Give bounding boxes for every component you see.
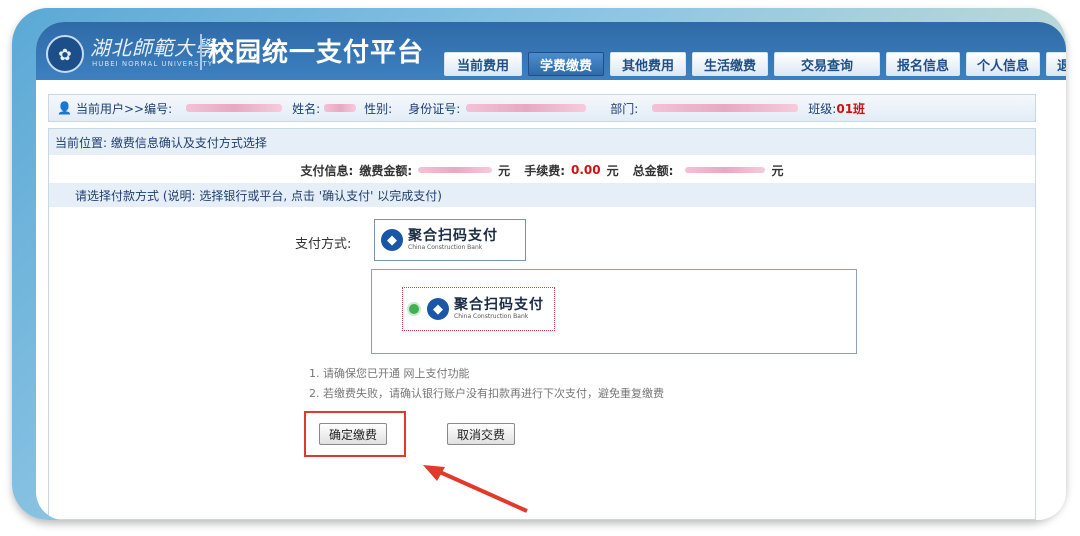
class-value: 01班 (836, 101, 866, 116)
radio-selected-icon[interactable] (407, 302, 421, 316)
fee-value: 0.00 (571, 163, 601, 177)
breadcrumb: 当前位置: 缴费信息确认及支付方式选择 (49, 129, 1035, 155)
bank-option-name-cn: 聚合扫码支付 (454, 297, 544, 313)
redacted-dept (652, 104, 799, 112)
platform-title: 校园统一支付平台 (208, 38, 425, 68)
redacted-id (186, 104, 283, 112)
site-header: ✿ 湖北師範大學 HUBEI NORMAL UNIVERSITY 校园统一支付平… (36, 22, 1066, 80)
amount-unit: 元 (498, 163, 511, 178)
user-info-bar: 👤 当前用户>>编号: 姓名: 性别: 身份证号: 部门: 班级: 01班 (48, 94, 1036, 122)
selected-bank-display[interactable]: ◆ 聚合扫码支付 China Construction Bank (374, 219, 526, 261)
university-name: 湖北師範大學 (90, 36, 216, 60)
ccb-logo-icon: ◆ (381, 229, 403, 251)
payment-panel: 当前位置: 缴费信息确认及支付方式选择 支付信息: 缴费金额: 元 手续费: 0… (48, 128, 1036, 520)
payment-summary: 支付信息: 缴费金额: 元 手续费: 0.00 元 总金额: 元 (49, 159, 1035, 181)
class-label: 班级: (808, 101, 837, 116)
cancel-payment-button[interactable]: 取消交费 (447, 423, 515, 445)
gender-label: 性别: (364, 101, 393, 116)
amount-label: 缴费金额: (359, 163, 413, 178)
nav-transaction-query[interactable]: 交易查询 (774, 52, 880, 76)
bank-name-en: China Construction Bank (408, 244, 483, 251)
header-divider (200, 34, 202, 70)
note-2: 2. 若缴费失败，请确认银行账户没有扣款再进行下次支付，避免重复缴费 (309, 387, 664, 400)
fee-unit: 元 (606, 163, 619, 178)
redacted-name (324, 104, 357, 112)
ccb-logo-icon: ◆ (427, 298, 449, 320)
nav-registration-info[interactable]: 报名信息 (886, 52, 960, 76)
id-card-label: 身份证号: (408, 101, 461, 116)
nav-current-fees[interactable]: 当前费用 (444, 52, 522, 76)
confirm-payment-button[interactable]: 确定缴费 (319, 423, 387, 445)
nav-logout[interactable]: 退出登录 (1046, 52, 1066, 76)
redacted-amount (418, 167, 493, 173)
redacted-total (685, 167, 766, 173)
redacted-id-card (466, 104, 587, 112)
total-label: 总金额: (632, 163, 674, 178)
university-seal-icon: ✿ (46, 35, 84, 73)
pay-method-label: 支付方式: (295, 237, 352, 252)
payinfo-label: 支付信息: (300, 163, 354, 178)
payment-instructions: 请选择付款方式 (说明: 选择银行或平台, 点击 '确认支付' 以完成支付) (49, 183, 1035, 207)
fee-label: 手续费: (524, 163, 565, 178)
total-unit: 元 (771, 163, 784, 178)
nav-tuition-payment[interactable]: 学费缴费 (528, 52, 604, 76)
nav-personal-info[interactable]: 个人信息 (966, 52, 1040, 76)
note-1: 1. 请确保您已开通 网上支付功能 (309, 367, 470, 380)
name-label: 姓名: (292, 101, 321, 116)
dept-label: 部门: (610, 101, 639, 116)
user-icon: 👤 (57, 101, 72, 115)
bank-option-name-en: China Construction Bank (454, 313, 529, 320)
payment-options-box: ◆ 聚合扫码支付 China Construction Bank (371, 269, 857, 354)
nav-life-payment[interactable]: 生活缴费 (692, 52, 768, 76)
university-name-en: HUBEI NORMAL UNIVERSITY (92, 60, 214, 68)
bank-name-cn: 聚合扫码支付 (408, 228, 498, 244)
browser-page: ✿ 湖北師範大學 HUBEI NORMAL UNIVERSITY 校园统一支付平… (36, 22, 1066, 520)
nav-other-fees[interactable]: 其他费用 (610, 52, 686, 76)
main-nav: 当前费用 学费缴费 其他费用 生活缴费 交易查询 报名信息 个人信息 退出登录 (444, 52, 1066, 76)
pointer-arrow-icon (423, 465, 528, 513)
bank-option[interactable]: ◆ 聚合扫码支付 China Construction Bank (402, 287, 555, 331)
current-user-label: 当前用户>>编号: (75, 101, 173, 116)
